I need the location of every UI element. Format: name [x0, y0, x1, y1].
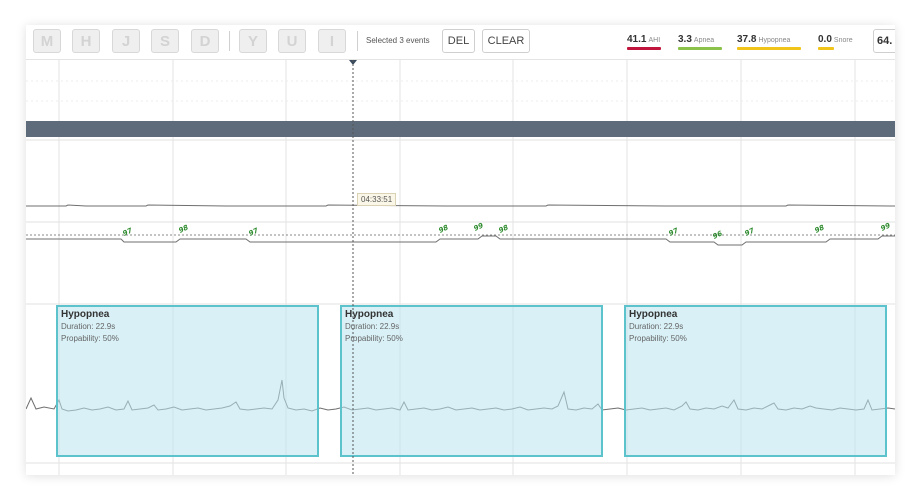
- metric-ahi: 41.1 AHI: [627, 34, 661, 50]
- metric-value: 41.1: [627, 34, 647, 45]
- metric-snore: 0.0 Snore: [818, 34, 853, 50]
- time-cursor[interactable]: [26, 60, 895, 475]
- toolbar-divider: [357, 31, 358, 51]
- metric-value: 37.8: [737, 34, 757, 45]
- clear-button[interactable]: CLEAR: [482, 29, 530, 53]
- key-button-j[interactable]: J: [112, 29, 140, 53]
- signal-plot-area[interactable]: 97 98 97 98 99 98 97 96 97 98 99 Hypopne…: [26, 60, 895, 475]
- key-button-y[interactable]: Y: [239, 29, 267, 53]
- metric-underline: [737, 47, 801, 50]
- toolbar-divider: [229, 31, 230, 51]
- key-button-s[interactable]: S: [151, 29, 179, 53]
- metric-label: Hypopnea: [758, 37, 791, 44]
- sleep-study-viewer: M H J S D Y U I Selected 3 events DEL CL…: [26, 25, 895, 475]
- delete-button[interactable]: DEL: [442, 29, 475, 53]
- metric-label: AHI: [648, 37, 661, 44]
- key-button-u[interactable]: U: [278, 29, 306, 53]
- metric-value: 0.0: [818, 34, 832, 45]
- metric-value: 3.3: [678, 34, 692, 45]
- key-button-m[interactable]: M: [33, 29, 61, 53]
- selected-events-text: Selected 3 events: [366, 36, 430, 45]
- cursor-time-label: 04:33:51: [357, 193, 397, 206]
- metric-apnea: 3.3 Apnea: [678, 34, 722, 50]
- key-button-d[interactable]: D: [191, 29, 219, 53]
- metric-hypopnea: 37.8 Hypopnea: [737, 34, 801, 50]
- key-button-i[interactable]: I: [318, 29, 346, 53]
- metric-underline: [678, 47, 722, 50]
- metric-underline: [818, 47, 834, 50]
- metric-label: Snore: [833, 37, 853, 44]
- toolbar: M H J S D Y U I Selected 3 events DEL CL…: [26, 25, 895, 60]
- key-button-h[interactable]: H: [72, 29, 100, 53]
- metric-underline: [627, 47, 661, 50]
- metric-partial[interactable]: 64.: [873, 29, 895, 53]
- metric-label: Apnea: [693, 37, 715, 44]
